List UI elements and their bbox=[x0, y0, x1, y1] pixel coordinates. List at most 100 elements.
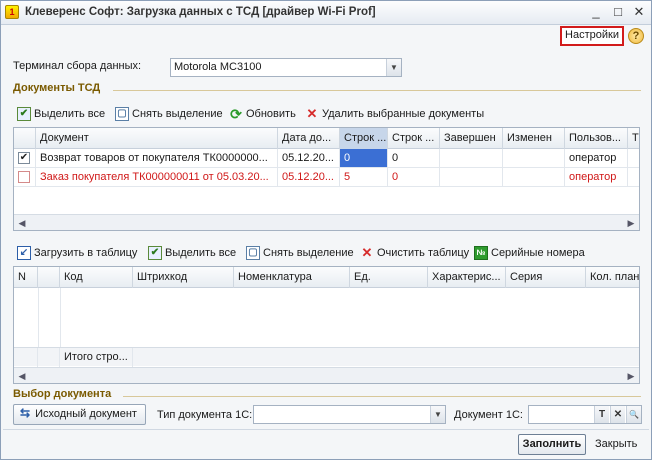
maximize-button[interactable]: □ bbox=[610, 4, 626, 20]
terminal-value: Motorola MC3100 bbox=[174, 61, 262, 73]
row-check-cell[interactable]: ✔ bbox=[14, 149, 36, 168]
settings-button[interactable]: Настройки bbox=[560, 26, 624, 46]
col-n[interactable]: N bbox=[14, 267, 38, 288]
source-document-button[interactable]: ⇆ Исходный документ bbox=[13, 404, 146, 425]
fill-button[interactable]: Заполнить bbox=[518, 434, 586, 455]
col-divider bbox=[38, 288, 39, 348]
row-lines-2: 0 bbox=[388, 149, 440, 168]
table-deselect-label: Снять выделение bbox=[263, 247, 354, 259]
load-to-table-button[interactable]: ↙ Загрузить в таблицу bbox=[17, 244, 137, 262]
upload-icon: ↙ bbox=[17, 246, 31, 260]
col-characteristic[interactable]: Характерис... bbox=[428, 267, 506, 288]
col-done[interactable]: Завершен bbox=[440, 128, 503, 149]
clear-table-button[interactable]: ✕ Очистить таблицу bbox=[360, 244, 470, 262]
col-unit[interactable]: Ед. bbox=[350, 267, 428, 288]
deselect-icon: ▢ bbox=[246, 246, 260, 260]
footer-cell bbox=[14, 348, 38, 367]
delete-icon: ✕ bbox=[361, 245, 373, 260]
scroll-right-icon[interactable]: ▶ bbox=[625, 370, 637, 382]
docs-table-header: Документ Дата до... Строк ... Строк ... … bbox=[14, 128, 639, 149]
col-qty-plan[interactable]: Кол. план bbox=[586, 267, 639, 288]
col-changed[interactable]: Изменен bbox=[503, 128, 565, 149]
docs-refresh-button[interactable]: ⟳ Обновить bbox=[229, 105, 296, 123]
search-icon[interactable]: 🔍 bbox=[626, 406, 641, 423]
row-changed bbox=[503, 149, 565, 168]
load-to-table-label: Загрузить в таблицу bbox=[34, 247, 138, 259]
title-bar: 1 Клеверенс Софт: Загрузка данных с ТСД … bbox=[1, 1, 651, 25]
chevron-down-icon[interactable]: ▼ bbox=[430, 406, 445, 423]
window-title: Клеверенс Софт: Загрузка данных с ТСД [д… bbox=[25, 6, 376, 18]
col-lines-1[interactable]: Строк ... bbox=[340, 128, 388, 149]
docs-table[interactable]: Документ Дата до... Строк ... Строк ... … bbox=[13, 127, 640, 231]
row-check-cell[interactable] bbox=[14, 168, 36, 187]
col-document[interactable]: Документ bbox=[36, 128, 278, 149]
col-series[interactable]: Серия bbox=[506, 267, 586, 288]
docs-deselect-button[interactable]: ▢ Снять выделение bbox=[115, 105, 223, 123]
row-checkbox[interactable] bbox=[18, 171, 30, 183]
col-date[interactable]: Дата до... bbox=[278, 128, 340, 149]
footer-cell bbox=[38, 348, 60, 367]
goods-hscrollbar[interactable]: ◀ ▶ bbox=[14, 367, 639, 383]
col-barcode[interactable]: Штрихкод bbox=[133, 267, 234, 288]
source-document-icon: ⇆ bbox=[19, 406, 31, 420]
table-row[interactable]: ✔ Возврат товаров от покупателя ТК000000… bbox=[14, 149, 639, 168]
col-divider bbox=[60, 288, 61, 348]
docs-deselect-label: Снять выделение bbox=[132, 108, 223, 120]
docs-hscrollbar[interactable]: ◀ ▶ bbox=[14, 214, 639, 230]
docs-section-title: Документы ТСД bbox=[13, 82, 101, 94]
row-done bbox=[440, 168, 503, 187]
clear-icon[interactable]: ✕ bbox=[610, 406, 625, 423]
help-icon[interactable]: ? bbox=[628, 28, 644, 44]
doc-1c-input[interactable]: T ✕ 🔍 bbox=[528, 405, 642, 424]
terminal-label: Терминал сбора данных: bbox=[13, 60, 142, 72]
delete-icon: ✕ bbox=[306, 106, 318, 121]
col-check bbox=[14, 128, 36, 149]
row-user: оператор bbox=[565, 168, 628, 187]
col-item[interactable]: Номенклатура bbox=[234, 267, 350, 288]
scroll-left-icon[interactable]: ◀ bbox=[16, 370, 28, 382]
table-deselect-button[interactable]: ▢ Снять выделение bbox=[246, 244, 354, 262]
doc-select-title: Выбор документа bbox=[13, 388, 112, 400]
col-mark[interactable] bbox=[38, 267, 60, 288]
footer-divider bbox=[3, 429, 649, 430]
doc-type-select[interactable]: ▼ bbox=[253, 405, 446, 424]
clear-table-label: Очистить таблицу bbox=[377, 247, 470, 259]
row-user: оператор bbox=[565, 149, 628, 168]
col-t[interactable]: Т bbox=[628, 128, 639, 149]
table-select-all-button[interactable]: ✔ Выделить все bbox=[148, 244, 236, 262]
doc-1c-label: Документ 1С: bbox=[454, 409, 523, 421]
row-document: Возврат товаров от покупателя ТК0000000.… bbox=[36, 149, 278, 168]
col-lines-2[interactable]: Строк ... bbox=[388, 128, 440, 149]
doc-type-label: Тип документа 1С: bbox=[157, 409, 253, 421]
goods-table-header: N Код Штрихкод Номенклатура Ед. Характер… bbox=[14, 267, 639, 288]
docs-refresh-label: Обновить bbox=[246, 108, 296, 120]
table-row[interactable]: Заказ покупателя ТК000000011 от 05.03.20… bbox=[14, 168, 639, 187]
minimize-button[interactable]: _ bbox=[588, 4, 604, 20]
terminal-select[interactable]: Motorola MC3100 ▼ bbox=[170, 58, 402, 77]
source-document-label: Исходный документ bbox=[35, 408, 137, 420]
serial-numbers-label: Серийные номера bbox=[491, 247, 585, 259]
col-user[interactable]: Пользов... bbox=[565, 128, 628, 149]
col-code[interactable]: Код bbox=[60, 267, 133, 288]
docs-delete-label: Удалить выбранные документы bbox=[322, 108, 485, 120]
text-mode-icon[interactable]: T bbox=[594, 406, 609, 423]
select-all-icon: ✔ bbox=[17, 107, 31, 121]
row-lines-1: 5 bbox=[340, 168, 388, 187]
scroll-right-icon[interactable]: ▶ bbox=[625, 217, 637, 229]
goods-table[interactable]: N Код Штрихкод Номенклатура Ед. Характер… bbox=[13, 266, 640, 384]
deselect-icon: ▢ bbox=[115, 107, 129, 121]
docs-delete-button[interactable]: ✕ Удалить выбранные документы bbox=[305, 105, 485, 123]
docs-select-all-label: Выделить все bbox=[34, 108, 106, 120]
scroll-left-icon[interactable]: ◀ bbox=[16, 217, 28, 229]
row-checkbox[interactable]: ✔ bbox=[18, 152, 30, 164]
row-date: 05.12.20... bbox=[278, 168, 340, 187]
chevron-down-icon[interactable]: ▼ bbox=[386, 59, 401, 76]
close-button[interactable]: Закрыть bbox=[595, 438, 637, 450]
row-done bbox=[440, 149, 503, 168]
row-lines-1[interactable]: 0 bbox=[340, 149, 388, 168]
row-t bbox=[628, 168, 639, 187]
close-window-button[interactable]: ✕ bbox=[631, 4, 647, 20]
row-date: 05.12.20... bbox=[278, 149, 340, 168]
serial-numbers-button[interactable]: № Серийные номера bbox=[474, 244, 585, 262]
docs-select-all-button[interactable]: ✔ Выделить все bbox=[17, 105, 105, 123]
